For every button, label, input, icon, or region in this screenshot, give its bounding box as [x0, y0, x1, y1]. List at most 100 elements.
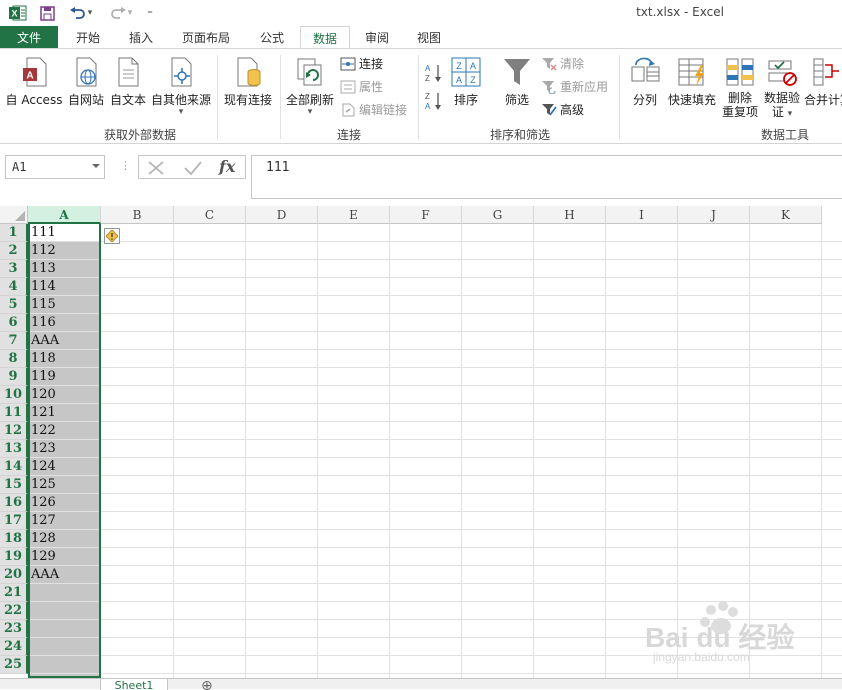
from-text-button[interactable]: 自文本: [108, 57, 148, 108]
confirm-entry-icon[interactable]: [183, 160, 203, 176]
redo-dropdown-arrow[interactable]: ▾: [128, 8, 133, 18]
tab-data[interactable]: 数据: [300, 26, 350, 49]
tab-home[interactable]: 开始: [62, 26, 114, 48]
gridline-vertical: [173, 224, 174, 678]
tab-review[interactable]: 审阅: [354, 26, 400, 48]
error-warning-icon[interactable]: [104, 228, 120, 244]
insert-function-button[interactable]: fx: [219, 157, 235, 176]
reapply-button[interactable]: 重新应用: [541, 78, 608, 95]
cancel-entry-icon[interactable]: [147, 160, 165, 176]
tab-insert[interactable]: 插入: [116, 26, 166, 48]
row-header-22[interactable]: 22: [0, 602, 28, 620]
row-header-17[interactable]: 17: [0, 512, 28, 530]
row-header-2[interactable]: 2: [0, 242, 28, 260]
clear-filter-label: 清除: [560, 57, 585, 71]
name-box-value: A1: [12, 160, 27, 174]
select-all-button[interactable]: [0, 206, 28, 224]
row-header-15[interactable]: 15: [0, 476, 28, 494]
row-header-1[interactable]: 1: [0, 224, 28, 242]
from-other-sources-button[interactable]: 自其他来源 ▾: [150, 57, 212, 117]
properties-button[interactable]: 属性: [340, 78, 383, 95]
formula-input[interactable]: 111: [251, 155, 842, 199]
filter-button[interactable]: 筛选: [500, 57, 534, 108]
row-header-4[interactable]: 4: [0, 278, 28, 296]
text-to-columns-button[interactable]: 分列: [628, 57, 662, 108]
advanced-filter-button[interactable]: 高级: [541, 101, 584, 118]
row-header-25[interactable]: 25: [0, 656, 28, 674]
other-sources-dropdown-arrow[interactable]: ▾: [150, 108, 212, 117]
row-header-19[interactable]: 19: [0, 548, 28, 566]
undo-button[interactable]: ▾: [66, 3, 96, 23]
group-separator: [418, 55, 419, 139]
row-header-8[interactable]: 8: [0, 350, 28, 368]
column-header-b[interactable]: B: [101, 206, 174, 224]
redo-button[interactable]: ▾: [106, 3, 136, 23]
existing-connections-icon: [237, 57, 261, 87]
from-text-label: 自文本: [109, 93, 146, 107]
row-header-11[interactable]: 11: [0, 404, 28, 422]
filter-label: 筛选: [504, 93, 529, 107]
column-header-d[interactable]: D: [246, 206, 318, 224]
column-header-k[interactable]: K: [750, 206, 822, 224]
column-header-h[interactable]: H: [534, 206, 606, 224]
row-header-16[interactable]: 16: [0, 494, 28, 512]
row-header-9[interactable]: 9: [0, 368, 28, 386]
sheet-tab-sheet1[interactable]: Sheet1: [100, 679, 168, 690]
gridline-horizontal: [28, 403, 842, 404]
refresh-all-dropdown-arrow[interactable]: ▾: [284, 108, 336, 117]
group-separator: [619, 55, 620, 139]
row-header-7[interactable]: 7: [0, 332, 28, 350]
tab-page-layout[interactable]: 页面布局: [170, 26, 242, 48]
consolidate-button[interactable]: 合并计算: [804, 57, 842, 108]
name-box-dropdown-icon[interactable]: [92, 164, 100, 168]
connections-button[interactable]: 连接: [340, 55, 383, 72]
column-header-g[interactable]: G: [462, 206, 534, 224]
save-icon[interactable]: [37, 3, 57, 23]
remove-duplicates-button[interactable]: 删除 重复项: [720, 57, 760, 119]
access-icon: A: [23, 57, 47, 87]
row-header-5[interactable]: 5: [0, 296, 28, 314]
gridline-vertical: [533, 224, 534, 678]
column-header-e[interactable]: E: [318, 206, 390, 224]
tab-file[interactable]: 文件: [0, 26, 58, 48]
sort-button[interactable]: ZAAZ 排序: [448, 57, 484, 108]
column-header-f[interactable]: F: [390, 206, 462, 224]
tab-view[interactable]: 视图: [406, 26, 452, 48]
row-header-21[interactable]: 21: [0, 584, 28, 602]
column-header-i[interactable]: I: [606, 206, 678, 224]
column-header-j[interactable]: J: [678, 206, 750, 224]
clear-filter-button[interactable]: 清除: [541, 55, 584, 72]
sort-label: 排序: [453, 93, 478, 107]
row-header-6[interactable]: 6: [0, 314, 28, 332]
data-validation-button[interactable]: 数据验 证 ▾: [762, 57, 802, 121]
row-header-20[interactable]: 20: [0, 566, 28, 584]
filter-funnel-icon: [504, 59, 530, 85]
row-header-24[interactable]: 24: [0, 638, 28, 656]
refresh-all-button[interactable]: 全部刷新 ▾: [284, 57, 336, 117]
customize-qat-button[interactable]: ⁼: [142, 3, 158, 23]
data-validation-dropdown-arrow[interactable]: ▾: [788, 109, 793, 119]
row-header-14[interactable]: 14: [0, 458, 28, 476]
column-header-c[interactable]: C: [174, 206, 246, 224]
sort-icon: Z AA Z: [451, 57, 481, 87]
flash-fill-button[interactable]: 快速填充: [666, 57, 718, 108]
row-header-13[interactable]: 13: [0, 440, 28, 458]
sort-ascending-button[interactable]: AZ: [425, 63, 443, 83]
edit-links-button[interactable]: 编辑链接: [340, 101, 407, 118]
from-other-sources-label: 自其他来源: [150, 93, 211, 107]
tab-formulas[interactable]: 公式: [248, 26, 296, 48]
row-header-10[interactable]: 10: [0, 386, 28, 404]
properties-label: 属性: [359, 80, 384, 94]
from-access-button[interactable]: A 自 Access: [4, 57, 64, 108]
sort-descending-button[interactable]: ZA: [425, 91, 443, 111]
row-header-18[interactable]: 18: [0, 530, 28, 548]
name-box[interactable]: A1: [5, 155, 105, 179]
column-header-a[interactable]: A: [28, 206, 101, 224]
row-header-23[interactable]: 23: [0, 620, 28, 638]
existing-connections-button[interactable]: 现有连接: [222, 57, 274, 108]
formula-bar-handle-icon[interactable]: ⋮: [120, 159, 131, 172]
undo-dropdown-arrow[interactable]: ▾: [88, 8, 93, 18]
row-header-12[interactable]: 12: [0, 422, 28, 440]
row-header-3[interactable]: 3: [0, 260, 28, 278]
from-web-button[interactable]: 自网站: [66, 57, 106, 108]
